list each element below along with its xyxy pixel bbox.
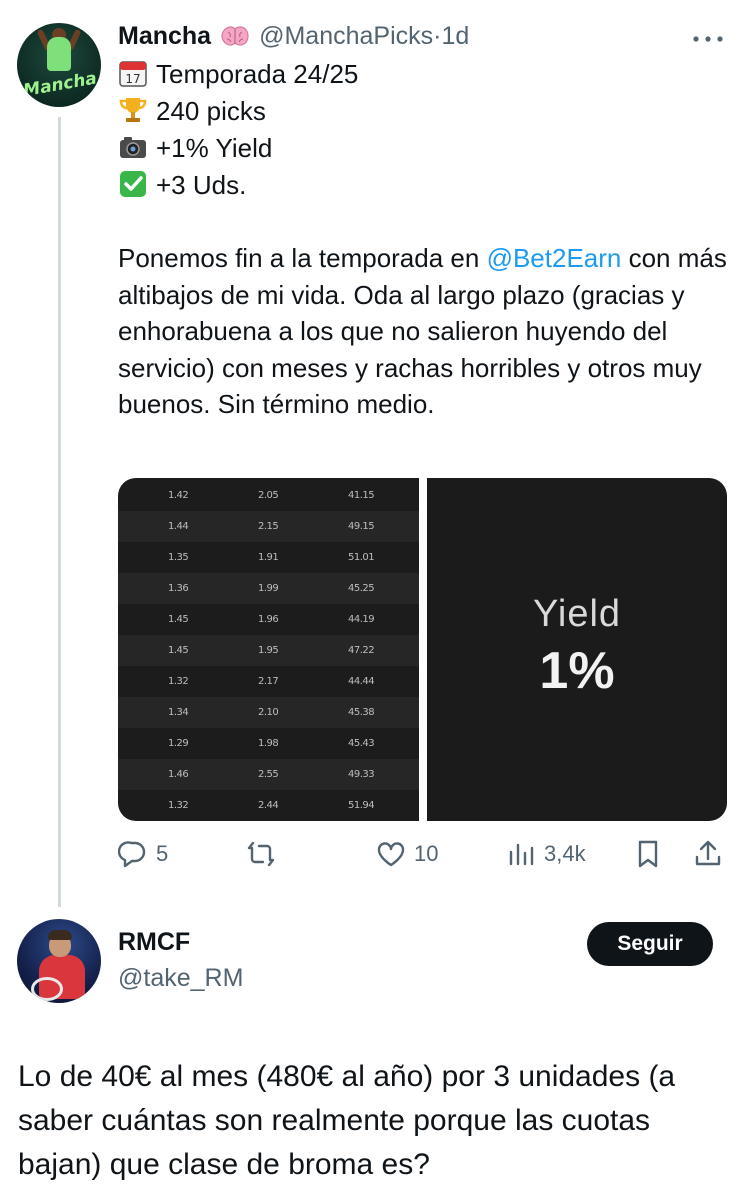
media-table-cell: 1.98 bbox=[258, 738, 279, 749]
reply-icon bbox=[118, 841, 146, 868]
reply-count: 5 bbox=[156, 841, 169, 866]
reply-author-name[interactable]: RMCF bbox=[118, 928, 190, 957]
media-table-cell: 51.94 bbox=[348, 800, 375, 811]
stat-picks-text: 240 picks bbox=[156, 96, 266, 126]
retweet-button[interactable] bbox=[246, 838, 284, 870]
media-table-cell: 2.10 bbox=[258, 707, 279, 718]
like-count: 10 bbox=[414, 841, 439, 866]
media-table-cell: 2.55 bbox=[258, 769, 279, 780]
tweet-header: Mancha @ManchaPicks·1d bbox=[118, 20, 469, 52]
tweet-body: Ponemos fin a la temporada en @Bet2Earn … bbox=[118, 240, 728, 423]
media-table-cell: 2.15 bbox=[258, 521, 279, 532]
media-table-cell: 41.15 bbox=[348, 490, 375, 501]
media-stats-table[interactable]: 1.42 2.05 41.15 1.44 2.15 49.15 1.35 1.91 51.01 1… bbox=[118, 478, 419, 821]
media-table-cell: 1.32 bbox=[168, 676, 189, 687]
yield-label: Yield bbox=[532, 593, 622, 635]
reply-button[interactable]: 5 bbox=[118, 838, 168, 870]
bookmark-button[interactable] bbox=[633, 838, 663, 870]
thread-line bbox=[58, 117, 61, 907]
media-table-row: 1.45 1.96 44.19 bbox=[118, 604, 419, 635]
heart-icon bbox=[377, 842, 405, 867]
media-table-cell: 45.38 bbox=[348, 707, 375, 718]
media-table-cell: 1.99 bbox=[258, 583, 279, 594]
tweet-time[interactable]: 1d bbox=[441, 22, 469, 50]
media-table-cell: 1.34 bbox=[168, 707, 189, 718]
tweet-media[interactable]: 1.42 2.05 41.15 1.44 2.15 49.15 1.35 1.91 51.01 1… bbox=[118, 478, 727, 821]
media-table-cell: 2.17 bbox=[258, 676, 279, 687]
media-table-row: 1.46 2.55 49.33 bbox=[118, 759, 419, 790]
like-button[interactable]: 10 bbox=[376, 838, 438, 870]
author-name[interactable]: Mancha bbox=[118, 22, 211, 50]
media-table-row: 1.45 1.95 47.22 bbox=[118, 635, 419, 666]
media-table-cell: 45.43 bbox=[348, 738, 375, 749]
media-table-row: 1.29 1.98 45.43 bbox=[118, 728, 419, 759]
author-handle[interactable]: @ManchaPicks bbox=[259, 22, 433, 50]
media-table-cell: 49.33 bbox=[348, 769, 375, 780]
stat-line-picks: 240 picks bbox=[118, 93, 266, 130]
views-chart-icon bbox=[509, 843, 534, 866]
media-table-cell: 1.42 bbox=[168, 490, 189, 501]
stat-line-units: +3 Uds. bbox=[118, 167, 246, 204]
share-button[interactable] bbox=[693, 838, 723, 870]
media-table-cell: 1.44 bbox=[168, 521, 189, 532]
camera-icon bbox=[118, 132, 148, 162]
media-table-cell: 2.05 bbox=[258, 490, 279, 501]
share-icon bbox=[695, 840, 721, 866]
reply-body: Lo de 40€ al mes (480€ al año) por 3 uni… bbox=[18, 1060, 676, 1181]
media-table-cell: 1.96 bbox=[258, 614, 279, 625]
media-table-cell: 1.29 bbox=[168, 738, 189, 749]
author-avatar[interactable]: Mancha bbox=[17, 23, 101, 107]
yield-value: 1% bbox=[539, 642, 615, 700]
stat-season-text: Temporada 24/25 bbox=[156, 59, 359, 89]
media-table-row: 1.36 1.99 45.25 bbox=[118, 573, 419, 604]
media-table-cell: 1.45 bbox=[168, 614, 189, 625]
stat-units-text: +3 Uds. bbox=[156, 170, 247, 200]
media-table-row: 1.35 1.91 51.01 bbox=[118, 542, 419, 573]
views-button[interactable]: 3,4k bbox=[506, 838, 586, 870]
media-table-cell: 1.46 bbox=[168, 769, 189, 780]
check-icon bbox=[118, 169, 148, 199]
stat-line-season: 17 Temporada 24/25 bbox=[118, 56, 358, 93]
trophy-icon bbox=[118, 95, 148, 125]
media-table-cell: 1.36 bbox=[168, 583, 189, 594]
more-options-icon[interactable] bbox=[690, 32, 726, 44]
follow-button[interactable]: Seguir bbox=[587, 922, 713, 966]
media-table-cell: 44.44 bbox=[348, 676, 375, 687]
bookmark-icon bbox=[638, 840, 658, 868]
media-table-row: 1.42 2.05 41.15 bbox=[118, 480, 419, 511]
media-table-row: 1.34 2.10 45.38 bbox=[118, 697, 419, 728]
media-table-cell: 1.35 bbox=[168, 552, 189, 563]
media-table-row: 1.32 2.17 44.44 bbox=[118, 666, 419, 697]
calendar-icon: 17 bbox=[118, 58, 148, 88]
media-yield-panel[interactable]: Yield 1% bbox=[427, 478, 727, 821]
media-table-row: 1.32 2.44 51.94 bbox=[118, 790, 419, 821]
mention-link[interactable]: @Bet2Earn bbox=[487, 243, 622, 273]
media-table-cell: 49.15 bbox=[348, 521, 375, 532]
brain-icon bbox=[217, 24, 253, 48]
media-table-cell: 44.19 bbox=[348, 614, 375, 625]
media-table-cell: 45.25 bbox=[348, 583, 375, 594]
media-table-cell: 2.44 bbox=[258, 800, 279, 811]
reply-author-handle[interactable]: @take_RM bbox=[118, 964, 243, 993]
tweet-body-text-start: Ponemos fin a la temporada en bbox=[118, 243, 487, 273]
avatar-brand-text: Mancha bbox=[21, 68, 99, 102]
media-table-cell: 51.01 bbox=[348, 552, 375, 563]
stat-yield-text: +1% Yield bbox=[156, 133, 273, 163]
media-table-cell: 1.45 bbox=[168, 645, 189, 656]
svg-text:17: 17 bbox=[125, 72, 140, 86]
retweet-icon bbox=[247, 841, 275, 867]
views-count: 3,4k bbox=[544, 841, 586, 866]
media-table-cell: 1.32 bbox=[168, 800, 189, 811]
media-table-row: 1.44 2.15 49.15 bbox=[118, 511, 419, 542]
media-table-cell: 47.22 bbox=[348, 645, 375, 656]
reply-author-avatar[interactable] bbox=[17, 919, 101, 1003]
stat-line-yield: +1% Yield bbox=[118, 130, 272, 167]
media-table-cell: 1.95 bbox=[258, 645, 279, 656]
media-table-cell: 1.91 bbox=[258, 552, 279, 563]
